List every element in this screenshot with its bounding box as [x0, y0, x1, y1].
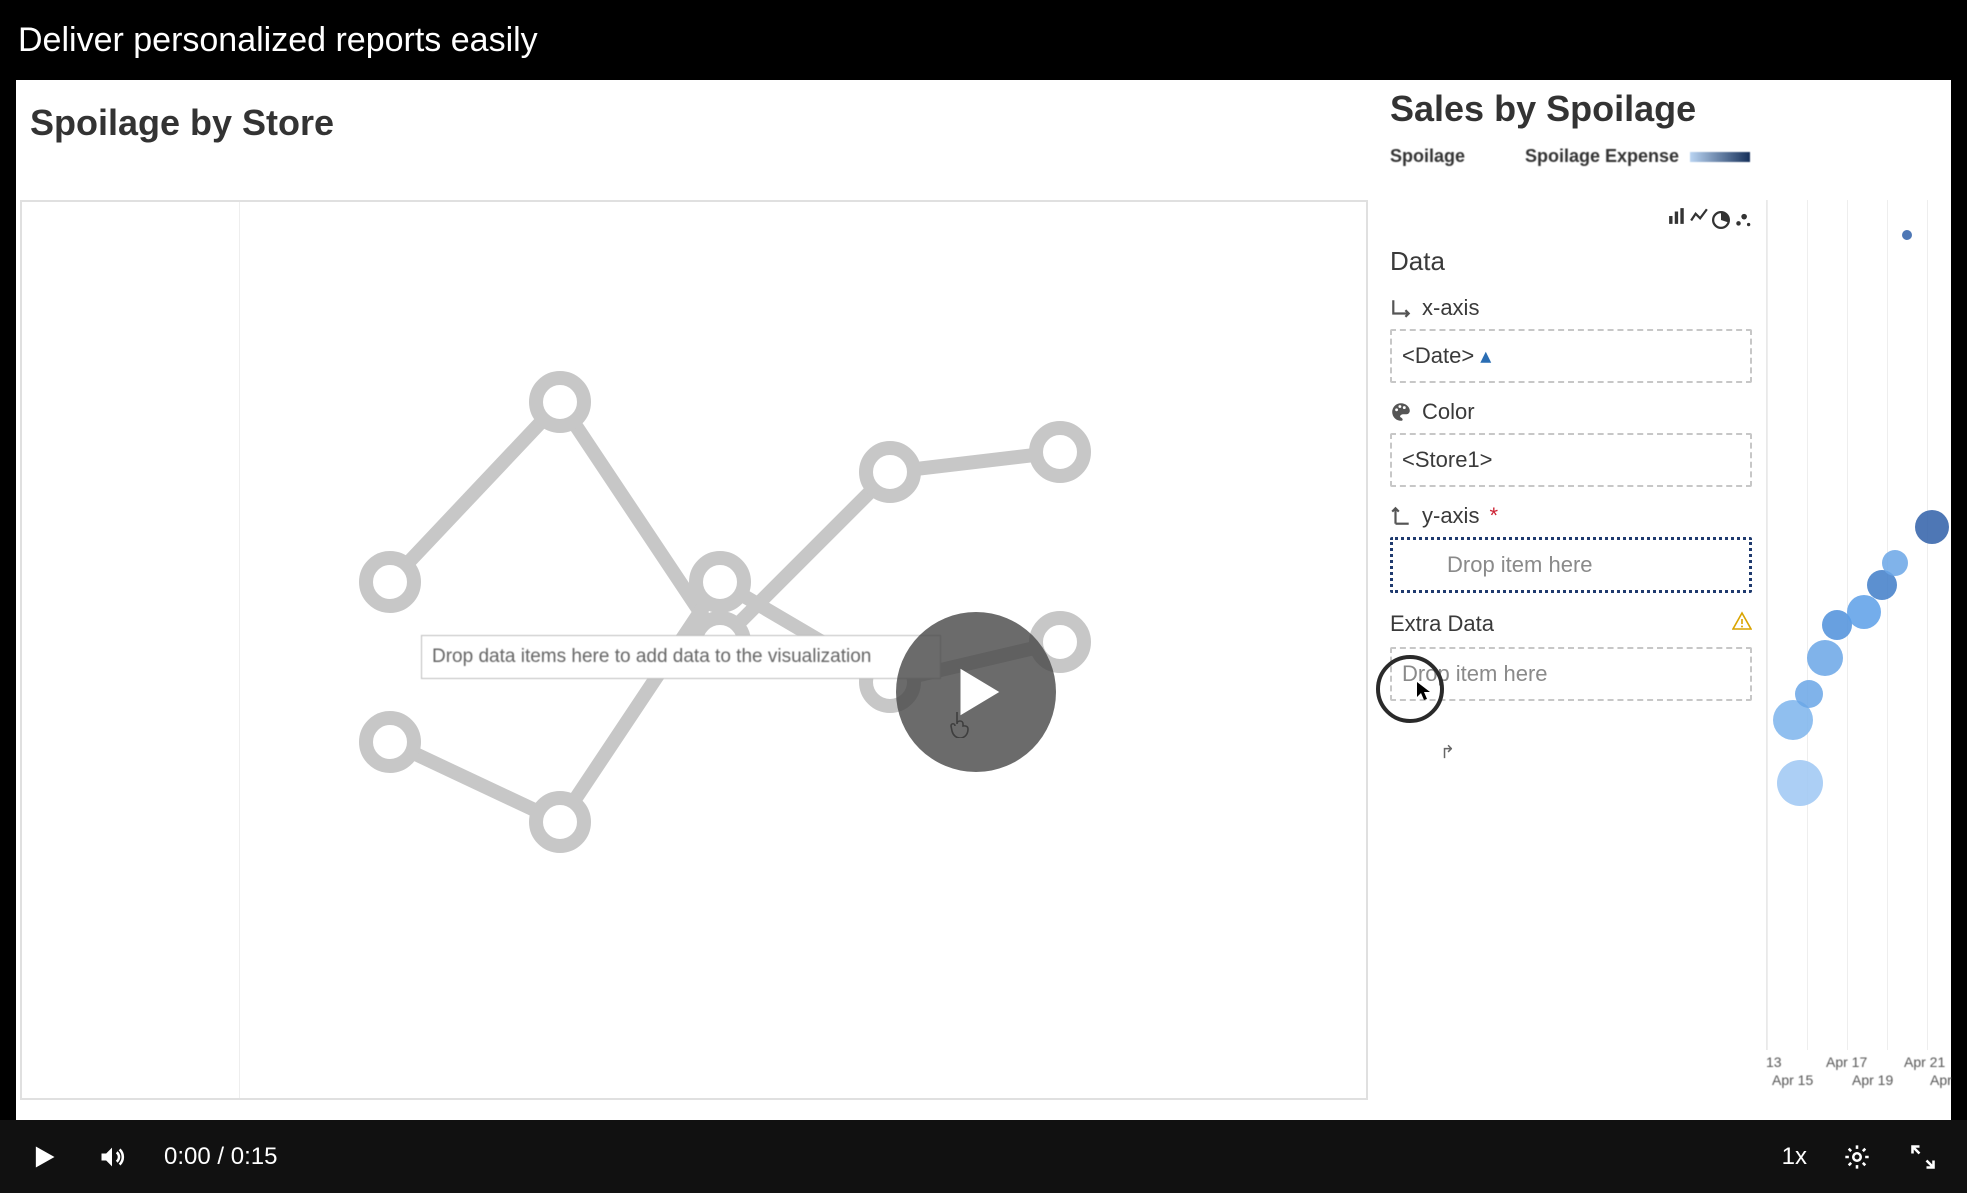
chart-config-panel: Data x-axis <Date> ▴ Color <Store1> y-ax…	[1376, 195, 1766, 955]
chart-type-toolbar	[1390, 207, 1752, 234]
duration: 0:15	[231, 1143, 278, 1170]
y-axis-strip	[22, 202, 240, 1098]
y-axis-drop-target[interactable]: Drop item here	[1390, 537, 1752, 593]
scatter-chart-icon[interactable]	[1734, 211, 1752, 234]
play-icon	[30, 1143, 58, 1171]
legend-row: Spoilage Spoilage Expense	[1390, 136, 1951, 177]
y-axis-label: y-axis	[1422, 503, 1479, 529]
color-drop-target[interactable]: <Store1>	[1390, 433, 1752, 487]
speed-button[interactable]: 1x	[1782, 1143, 1807, 1171]
sort-asc-icon[interactable]: ▴	[1480, 343, 1491, 368]
fullscreen-button[interactable]	[1907, 1141, 1939, 1173]
x-tick: Apr 17	[1826, 1054, 1867, 1070]
gear-icon	[1843, 1143, 1871, 1171]
chart-drop-hint[interactable]: Drop data items here to add data to the …	[421, 635, 941, 679]
current-time: 0:00	[164, 1143, 211, 1170]
extra-data-label: Extra Data	[1390, 611, 1494, 637]
y-axis-placeholder: Drop item here	[1403, 552, 1593, 577]
right-chart-title: Sales by Spoilage	[1390, 80, 1951, 136]
x-axis-value: <Date>	[1402, 343, 1474, 368]
color-value: <Store1>	[1402, 447, 1493, 472]
bubble-point	[1882, 550, 1908, 576]
page-header: Deliver personalized reports easily	[0, 0, 1967, 80]
palette-icon	[1390, 401, 1412, 423]
play-button[interactable]	[896, 612, 1056, 772]
x-tick: Apr 15	[1772, 1072, 1813, 1088]
x-axis-labels: 13 Apr 15 Apr 17 Apr 19 Apr 21 Apr	[1766, 1054, 1951, 1094]
x-tick: Apr 21	[1904, 1054, 1945, 1070]
settings-button[interactable]	[1841, 1141, 1873, 1173]
fullscreen-icon	[1909, 1143, 1937, 1171]
legend-gradient-icon	[1690, 152, 1750, 162]
bubble-point	[1807, 640, 1843, 676]
chart-drop-hint-text: Drop data items here to add data to the …	[432, 646, 871, 668]
right-panel: Sales by Spoilage Spoilage Spoilage Expe…	[1376, 80, 1951, 1120]
color-label: Color	[1422, 399, 1475, 425]
page-title: Deliver personalized reports easily	[18, 21, 538, 60]
video-frame-content: Spoilage by Store	[16, 80, 1951, 1120]
config-section-heading: Data	[1390, 246, 1752, 277]
required-indicator: *	[1489, 503, 1498, 529]
x-axis-icon	[1390, 297, 1412, 319]
connector-icon: ↳	[1440, 740, 1455, 761]
left-chart-title: Spoilage by Store	[16, 80, 1376, 166]
pie-chart-icon[interactable]	[1712, 211, 1730, 234]
legend-color-label: Spoilage Expense	[1525, 146, 1679, 166]
y-axis-icon	[1390, 505, 1412, 527]
left-chart-panel: Spoilage by Store	[16, 80, 1376, 1120]
y-axis-field-row: y-axis *	[1390, 503, 1752, 529]
highlight-circle-icon	[1376, 655, 1444, 723]
color-field-row: Color	[1390, 399, 1752, 425]
x-axis-label: x-axis	[1422, 295, 1479, 321]
bubble-point	[1915, 510, 1949, 544]
extra-data-drop-target[interactable]: Drop item here	[1390, 647, 1752, 701]
x-tick: Apr 19	[1852, 1072, 1893, 1088]
bubble-point	[1847, 595, 1881, 629]
x-tick: 13	[1766, 1054, 1782, 1070]
play-icon	[945, 661, 1007, 723]
extra-data-row: Extra Data	[1390, 611, 1752, 637]
bubble-point	[1902, 230, 1912, 240]
bar-chart-icon[interactable]	[1668, 207, 1686, 234]
x-axis-field-row: x-axis	[1390, 295, 1752, 321]
video-controls: 0:00 / 0:15 1x	[0, 1120, 1967, 1193]
cursor-arrow-icon	[1416, 681, 1432, 706]
bubble-point	[1795, 680, 1823, 708]
x-axis-drop-target[interactable]: <Date> ▴	[1390, 329, 1752, 383]
play-pause-button[interactable]	[28, 1141, 60, 1173]
volume-icon	[98, 1143, 126, 1171]
legend-size-label: Spoilage	[1390, 146, 1465, 167]
bubble-point	[1777, 760, 1823, 806]
bubble-chart-area	[1766, 200, 1951, 1050]
warning-icon	[1732, 611, 1752, 637]
volume-button[interactable]	[96, 1141, 128, 1173]
x-tick: Apr	[1930, 1072, 1952, 1088]
line-chart-icon[interactable]	[1690, 207, 1708, 234]
placeholder-line-icon	[300, 262, 1120, 882]
time-display: 0:00 / 0:15	[164, 1143, 277, 1171]
